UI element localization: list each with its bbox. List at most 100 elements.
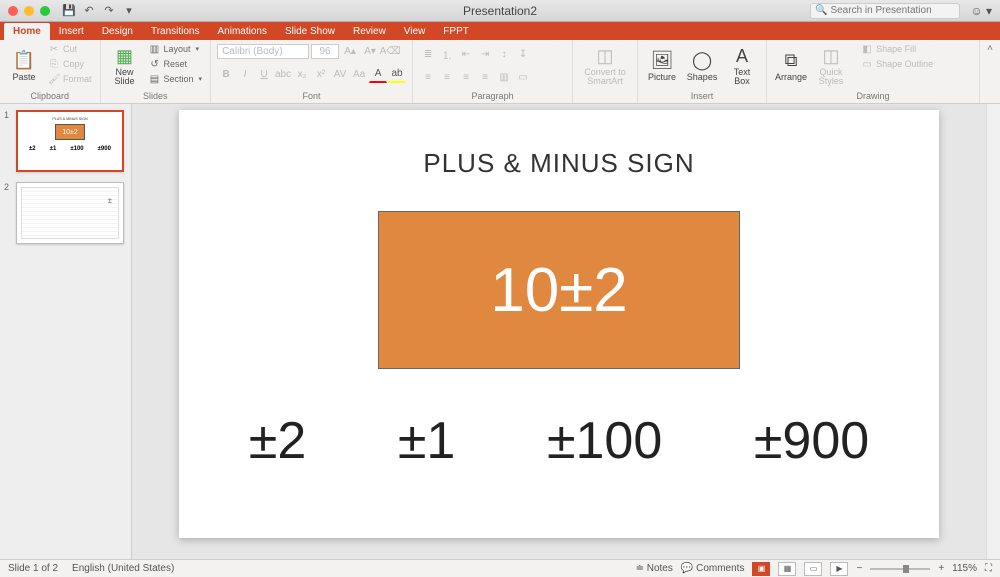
strike-icon[interactable]: abc <box>274 65 292 83</box>
tab-review[interactable]: Review <box>344 23 395 40</box>
tab-slideshow[interactable]: Slide Show <box>276 23 344 40</box>
subscript-icon[interactable]: x₂ <box>293 65 311 83</box>
vertical-scrollbar[interactable] <box>986 104 1000 559</box>
align-center-icon[interactable]: ≡ <box>438 68 456 86</box>
group-drawing: ⧉Arrange ◫Quick Styles ◧Shape Fill ▭Shap… <box>767 40 980 103</box>
shapes-button[interactable]: ◯Shapes <box>684 42 720 88</box>
font-name-combo[interactable]: Calibri (Body) <box>217 44 309 59</box>
italic-icon[interactable]: I <box>236 65 254 83</box>
tab-animations[interactable]: Animations <box>209 23 276 40</box>
convert-smartart-button[interactable]: ◫ Convert to SmartArt <box>579 42 631 88</box>
shape-outline-button[interactable]: ▭Shape Outline <box>859 57 935 71</box>
value-4[interactable]: ±900 <box>754 411 869 471</box>
save-icon[interactable]: 💾 <box>62 4 76 18</box>
bold-icon[interactable]: B <box>217 65 235 83</box>
search-field[interactable]: 🔍 <box>810 3 960 19</box>
numbering-icon[interactable]: ⒈ <box>438 45 456 63</box>
value-1[interactable]: ±2 <box>249 411 306 471</box>
text-direction-icon[interactable]: ↧ <box>514 45 532 63</box>
cut-button[interactable]: ✂Cut <box>46 42 94 56</box>
group-insert: 🖼Picture ◯Shapes AText Box Insert <box>638 40 767 103</box>
reading-view-icon[interactable]: ▭ <box>804 562 822 576</box>
slideshow-view-icon[interactable]: ▶ <box>830 562 848 576</box>
slide-thumbnail-1[interactable]: PLUS & MINUS SIGN 10±2 ±2±1±100±900 <box>16 110 124 172</box>
fit-to-window-icon[interactable]: ⛶ <box>985 563 992 574</box>
picture-button[interactable]: 🖼Picture <box>644 42 680 88</box>
undo-icon[interactable]: ↶ <box>82 4 96 18</box>
quick-styles-button[interactable]: ◫Quick Styles <box>813 42 849 88</box>
slide-title[interactable]: PLUS & MINUS SIGN <box>179 148 939 179</box>
notes-button[interactable]: ≐ Notes <box>636 563 673 574</box>
copy-button[interactable]: ⎘Copy <box>46 57 94 71</box>
tab-home[interactable]: Home <box>4 23 50 40</box>
decrease-indent-icon[interactable]: ⇤ <box>457 45 475 63</box>
zoom-window-icon[interactable] <box>40 6 50 16</box>
new-slide-button[interactable]: ▦ New Slide <box>107 42 143 88</box>
decrease-font-icon[interactable]: A▾ <box>361 42 379 60</box>
align-left-icon[interactable]: ≡ <box>419 68 437 86</box>
increase-font-icon[interactable]: A▴ <box>341 42 359 60</box>
slide-orange-box[interactable]: 10±2 <box>378 211 740 369</box>
search-icon: 🔍 <box>815 5 827 16</box>
underline-icon[interactable]: U <box>255 65 273 83</box>
highlight-icon[interactable]: ab <box>388 65 406 83</box>
value-2[interactable]: ±1 <box>398 411 455 471</box>
slide-stage[interactable]: PLUS & MINUS SIGN 10±2 ±2 ±1 ±100 ±900 <box>132 104 986 559</box>
format-painter-button[interactable]: 🖌Format <box>46 72 94 86</box>
align-right-icon[interactable]: ≡ <box>457 68 475 86</box>
sorter-view-icon[interactable]: ▦ <box>778 562 796 576</box>
superscript-icon[interactable]: x² <box>312 65 330 83</box>
justify-icon[interactable]: ≡ <box>476 68 494 86</box>
search-input[interactable] <box>830 5 955 16</box>
group-clipboard-label: Clipboard <box>6 90 94 103</box>
tab-insert[interactable]: Insert <box>50 23 93 40</box>
thumb-number: 2 <box>4 182 12 244</box>
slide-values-row[interactable]: ±2 ±1 ±100 ±900 <box>179 411 939 471</box>
smartart-icon: ◫ <box>597 44 614 68</box>
clear-format-icon[interactable]: A⌫ <box>381 42 399 60</box>
feedback-icon[interactable]: ☺ ▾ <box>970 4 992 18</box>
layout-button[interactable]: ▥Layout▾ <box>147 42 205 56</box>
slide-thumbnail-2[interactable]: ± <box>16 182 124 244</box>
char-spacing-icon[interactable]: AV <box>331 65 349 83</box>
textbox-button[interactable]: AText Box <box>724 42 760 88</box>
align-text-icon[interactable]: ▭ <box>514 68 532 86</box>
paste-button[interactable]: 📋 Paste <box>6 42 42 88</box>
close-window-icon[interactable] <box>8 6 18 16</box>
bullets-icon[interactable]: ≣ <box>419 45 437 63</box>
line-spacing-icon[interactable]: ↕ <box>495 45 513 63</box>
change-case-icon[interactable]: Aa <box>350 65 368 83</box>
qat-customize-icon[interactable]: ▾ <box>122 4 136 18</box>
section-button[interactable]: ▤Section▾ <box>147 72 205 86</box>
format-painter-icon: 🖌 <box>48 74 60 85</box>
group-clipboard: 📋 Paste ✂Cut ⎘Copy 🖌Format Clipboard <box>0 40 101 103</box>
group-smartart: ◫ Convert to SmartArt <box>573 40 638 103</box>
tab-design[interactable]: Design <box>93 23 142 40</box>
language-status[interactable]: English (United States) <box>72 563 174 574</box>
zoom-out-icon[interactable]: − <box>856 563 862 574</box>
zoom-in-icon[interactable]: + <box>938 563 944 574</box>
reset-button[interactable]: ↺Reset <box>147 57 205 71</box>
shape-fill-button[interactable]: ◧Shape Fill <box>859 42 935 56</box>
font-color-icon[interactable]: A <box>369 65 387 83</box>
normal-view-icon[interactable]: ▣ <box>752 562 770 576</box>
tab-fppt[interactable]: FPPT <box>434 23 478 40</box>
columns-icon[interactable]: ▥ <box>495 68 513 86</box>
paste-label: Paste <box>12 72 35 82</box>
group-font-label: Font <box>217 90 406 103</box>
value-3[interactable]: ±100 <box>547 411 662 471</box>
comments-button[interactable]: 💬 Comments <box>681 563 745 574</box>
zoom-slider[interactable] <box>870 568 930 570</box>
slide-canvas[interactable]: PLUS & MINUS SIGN 10±2 ±2 ±1 ±100 ±900 <box>179 110 939 538</box>
minimize-window-icon[interactable] <box>24 6 34 16</box>
zoom-level[interactable]: 115% <box>952 563 977 574</box>
slide-counter[interactable]: Slide 1 of 2 <box>8 563 58 574</box>
collapse-ribbon-icon[interactable]: ˄ <box>980 40 1000 103</box>
font-size-combo[interactable]: 96 <box>311 44 339 59</box>
tab-transitions[interactable]: Transitions <box>142 23 209 40</box>
redo-icon[interactable]: ↷ <box>102 4 116 18</box>
arrange-button[interactable]: ⧉Arrange <box>773 42 809 88</box>
increase-indent-icon[interactable]: ⇥ <box>476 45 494 63</box>
tab-view[interactable]: View <box>395 23 435 40</box>
picture-icon: 🖼 <box>651 48 674 72</box>
